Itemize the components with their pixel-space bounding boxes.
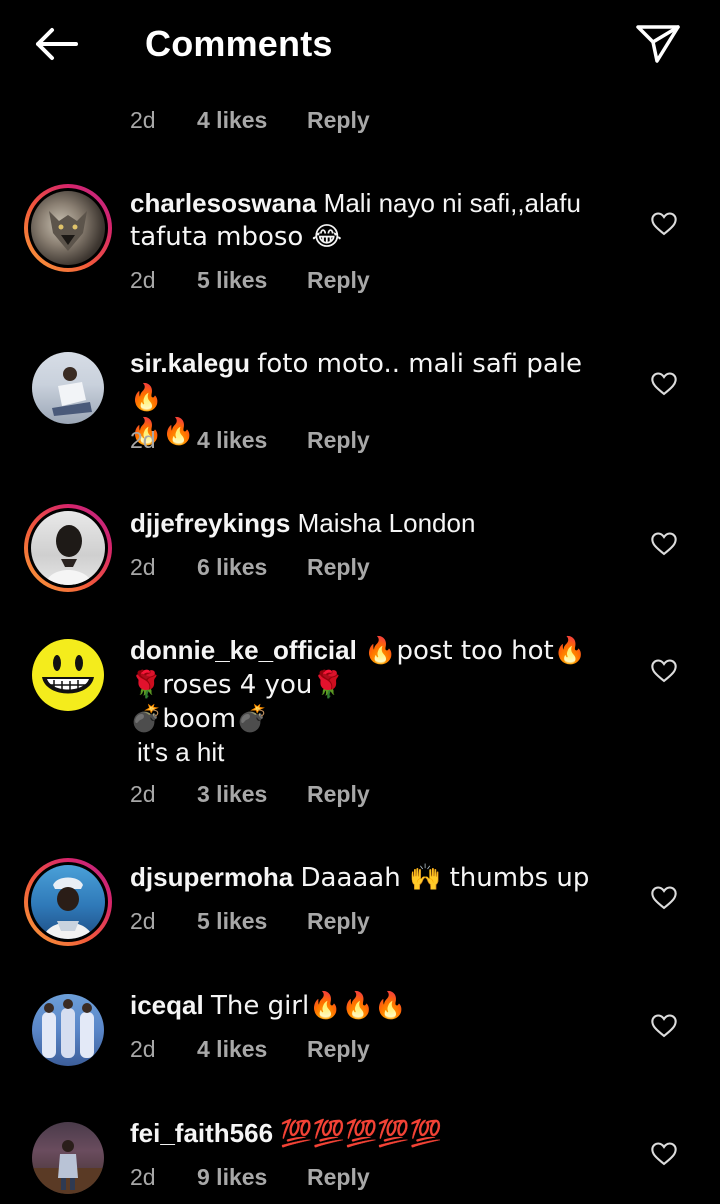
comment-body: it's a hit <box>137 737 225 767</box>
comment-time: 2d <box>130 907 156 934</box>
comment-time: 2d <box>130 1163 156 1190</box>
comment-text: djjefreykings Maisha London <box>130 507 620 540</box>
reply-button[interactable]: Reply <box>307 781 370 808</box>
comment-text: charlesoswana Mali nayo ni safi,,alafu t… <box>130 187 620 254</box>
avatar[interactable] <box>24 631 112 719</box>
comment-likes[interactable]: 4 likes <box>197 1036 307 1063</box>
avatar[interactable] <box>24 344 112 432</box>
comment-username[interactable]: donnie_ke_official <box>130 635 357 665</box>
comment-username[interactable]: djsupermoha <box>130 862 293 892</box>
page-title: Comments <box>145 23 333 64</box>
comment-body: 🌹roses 4 you🌹 <box>130 670 345 700</box>
comment-likes[interactable]: 5 likes <box>197 908 307 935</box>
reply-button[interactable]: Reply <box>307 908 370 935</box>
arrow-left-icon <box>36 28 78 60</box>
comment-meta: 2d 9 likes Reply <box>130 1162 370 1192</box>
comment-time: 2d <box>130 426 156 453</box>
comment-meta: 2d 4 likes Reply <box>130 105 370 135</box>
comment-username[interactable]: fei_faith566 <box>130 1118 273 1148</box>
avatar[interactable] <box>24 504 112 592</box>
comment-time: 2d <box>130 106 156 133</box>
comment-likes[interactable]: 3 likes <box>197 781 307 808</box>
reply-button[interactable]: Reply <box>307 1164 370 1191</box>
comment-username[interactable]: charlesoswana <box>130 188 316 218</box>
heart-outline-icon[interactable] <box>650 884 678 912</box>
reply-button[interactable]: Reply <box>307 554 370 581</box>
comment-likes[interactable]: 5 likes <box>197 267 307 294</box>
share-button[interactable] <box>632 20 684 68</box>
heart-outline-icon[interactable] <box>650 210 678 238</box>
heart-outline-icon[interactable] <box>650 370 678 398</box>
comment-body: Mali nayo ni safi,,alafu <box>323 188 581 218</box>
comment-body: Maisha London <box>297 508 476 538</box>
comment-likes[interactable]: 4 likes <box>197 107 307 134</box>
comment-body: 💯💯💯💯💯 <box>280 1119 443 1149</box>
comment-text: djsupermoha Daaaah 🙌 thumbs up <box>130 861 620 895</box>
avatar[interactable] <box>24 1114 112 1202</box>
comment-meta: 2d 5 likes Reply <box>130 906 370 936</box>
reply-button[interactable]: Reply <box>307 107 370 134</box>
heart-outline-icon[interactable] <box>650 657 678 685</box>
comment-text: iceqal The girl🔥🔥🔥 <box>130 989 620 1023</box>
comment-time: 2d <box>130 553 156 580</box>
comment-text: fei_faith566 💯💯💯💯💯 <box>130 1117 620 1151</box>
comment-body: tafuta mboso 😂 <box>130 222 342 252</box>
reply-button[interactable]: Reply <box>307 1036 370 1063</box>
comment-likes[interactable]: 9 likes <box>197 1164 307 1191</box>
comment-meta: 2d 4 likes Reply <box>130 425 370 455</box>
comment-username[interactable]: sir.kalegu <box>130 348 250 378</box>
comment-time: 2d <box>130 780 156 807</box>
heart-outline-icon[interactable] <box>650 530 678 558</box>
reply-button[interactable]: Reply <box>307 427 370 454</box>
back-button[interactable] <box>28 22 84 66</box>
comment-body: 💣boom💣 <box>130 704 269 734</box>
comment-likes[interactable]: 4 likes <box>197 427 307 454</box>
comment-likes[interactable]: 6 likes <box>197 554 307 581</box>
heart-outline-icon[interactable] <box>650 1140 678 1168</box>
comment-text: donnie_ke_official 🔥post too hot🔥 🌹roses… <box>130 634 620 769</box>
comment-body: 🔥post too hot🔥 <box>364 636 587 666</box>
reply-button[interactable]: Reply <box>307 267 370 294</box>
avatar[interactable] <box>24 858 112 946</box>
comment-time: 2d <box>130 1035 156 1062</box>
heart-outline-icon[interactable] <box>650 1012 678 1040</box>
comment-time: 2d <box>130 266 156 293</box>
comment-body: The girl🔥🔥🔥 <box>210 991 407 1021</box>
comment-meta: 2d 4 likes Reply <box>130 1034 370 1064</box>
comment-body: Daaaah 🙌 thumbs up <box>300 863 590 893</box>
avatar[interactable] <box>24 184 112 272</box>
comment-username[interactable]: iceqal <box>130 990 204 1020</box>
comment-meta: 2d 3 likes Reply <box>130 779 370 809</box>
comments-header: Comments <box>0 0 720 88</box>
comment-username[interactable]: djjefreykings <box>130 508 290 538</box>
comment-meta: 2d 5 likes Reply <box>130 265 370 295</box>
comment-meta: 2d 6 likes Reply <box>130 552 370 582</box>
paper-plane-icon <box>636 25 680 63</box>
avatar[interactable] <box>24 986 112 1074</box>
